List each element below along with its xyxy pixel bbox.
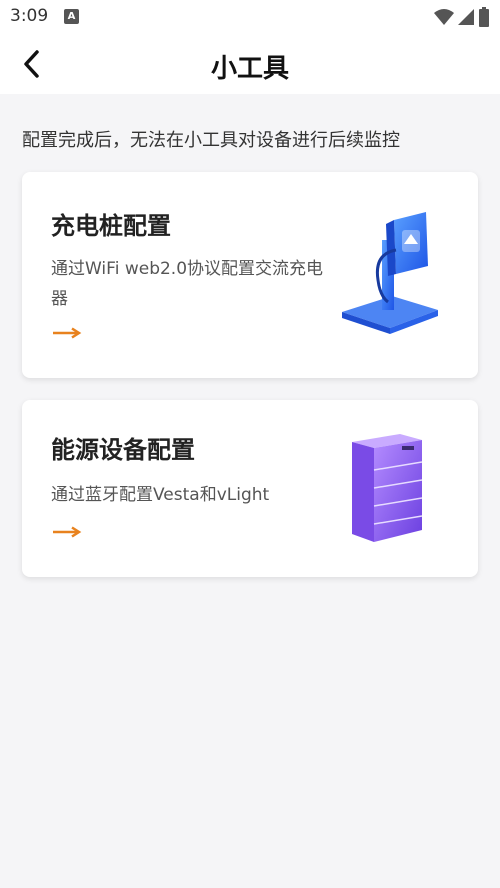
status-bar: 3:09 A — [0, 0, 500, 34]
energy-device-config-card[interactable]: 能源设备配置 通过蓝牙配置Vesta和vLight — [22, 400, 478, 577]
charger-config-card[interactable]: 充电桩配置 通过WiFi web2.0协议配置交流充电器 — [22, 172, 478, 378]
notification-a-icon: A — [64, 9, 79, 24]
notice-text: 配置完成后，无法在小工具对设备进行后续监控 — [22, 130, 400, 151]
card-description: 通过蓝牙配置Vesta和vLight — [51, 485, 270, 505]
page-title: 小工具 — [210, 54, 289, 84]
arrow-right-icon — [53, 327, 82, 339]
card-title: 能源设备配置 — [51, 436, 195, 464]
ev-charger-icon — [342, 212, 438, 334]
card-title: 充电桩配置 — [51, 212, 171, 240]
status-icons — [434, 7, 490, 27]
app-bar: 小工具 — [0, 34, 500, 94]
battery-icon — [479, 7, 489, 27]
signal-icon — [458, 9, 474, 25]
card-description: 通过WiFi web2.0协议配置交流充电器 — [51, 259, 324, 309]
arrow-right-icon — [53, 526, 82, 538]
status-time: 3:09 — [10, 6, 49, 26]
wifi-icon — [434, 9, 454, 25]
battery-cabinet-icon — [352, 434, 423, 542]
